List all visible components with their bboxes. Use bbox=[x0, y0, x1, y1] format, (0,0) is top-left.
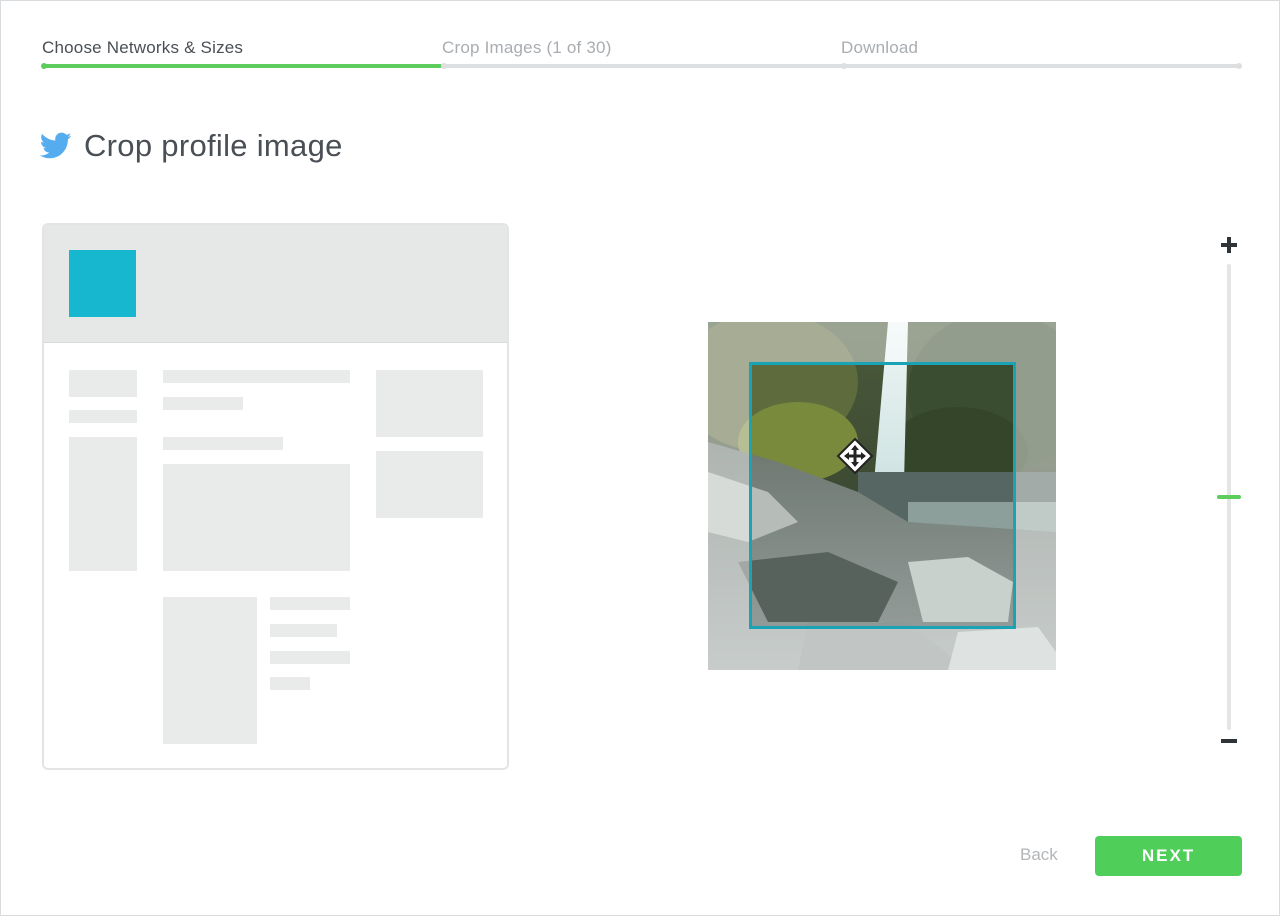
move-arrows-icon[interactable] bbox=[836, 437, 874, 475]
page-title: Crop profile image bbox=[84, 128, 343, 163]
step-choose-networks[interactable]: Choose Networks & Sizes bbox=[42, 38, 243, 58]
step-crop-images[interactable]: Crop Images (1 of 30) bbox=[442, 38, 612, 58]
crop-frame[interactable] bbox=[749, 362, 1016, 629]
placeholder-line bbox=[163, 397, 243, 410]
minus-icon[interactable] bbox=[1220, 732, 1238, 750]
preview-avatar bbox=[69, 250, 136, 317]
stepper-progress-fill bbox=[42, 64, 442, 68]
profile-preview-mockup bbox=[42, 223, 509, 770]
placeholder-block bbox=[69, 410, 137, 423]
zoom-slider-thumb[interactable] bbox=[1217, 495, 1241, 499]
placeholder-block bbox=[376, 451, 483, 518]
back-button[interactable]: Back bbox=[1020, 845, 1058, 865]
placeholder-line bbox=[163, 437, 283, 450]
placeholder-block bbox=[163, 464, 350, 571]
page-heading: Crop profile image bbox=[40, 128, 343, 164]
stepper-dot-2 bbox=[441, 63, 447, 69]
placeholder-line bbox=[270, 677, 310, 690]
placeholder-block bbox=[376, 370, 483, 437]
placeholder-line bbox=[270, 651, 350, 664]
stepper-dot-end bbox=[1236, 63, 1242, 69]
placeholder-block bbox=[69, 370, 137, 397]
placeholder-line bbox=[270, 624, 337, 637]
next-button[interactable]: NEXT bbox=[1095, 836, 1242, 876]
plus-icon[interactable] bbox=[1220, 236, 1238, 254]
twitter-bird-icon bbox=[40, 132, 72, 159]
stepper-dot-1 bbox=[41, 63, 47, 69]
placeholder-block bbox=[69, 437, 137, 571]
placeholder-line bbox=[163, 370, 350, 383]
placeholder-line bbox=[270, 597, 350, 610]
stepper-dot-3 bbox=[841, 63, 847, 69]
placeholder-block bbox=[163, 597, 257, 744]
step-download[interactable]: Download bbox=[841, 38, 918, 58]
